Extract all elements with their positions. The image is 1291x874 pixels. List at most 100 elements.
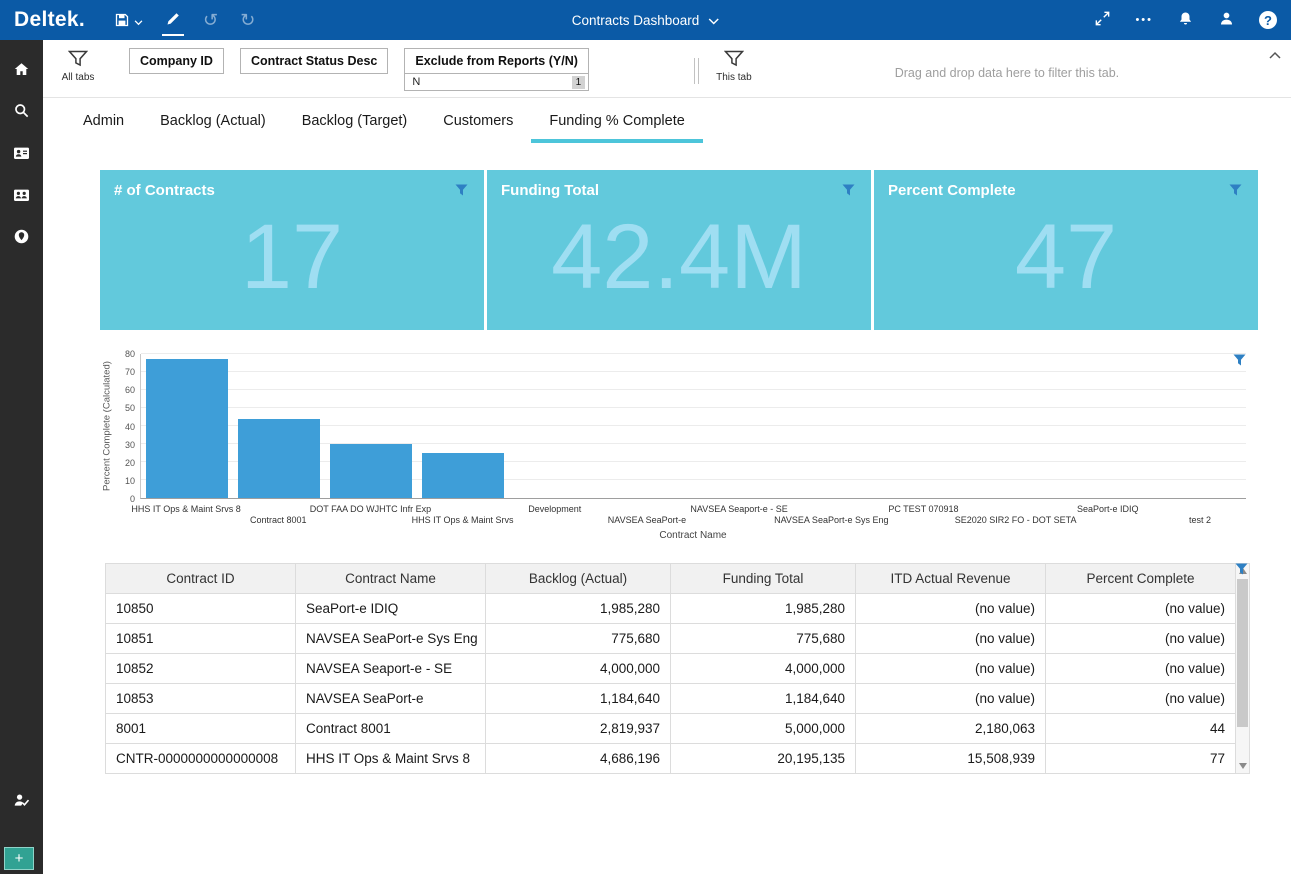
- dashboard-title-menu[interactable]: Contracts Dashboard: [572, 13, 720, 28]
- table-row[interactable]: CNTR-0000000000000008HHS IT Ops & Maint …: [106, 744, 1236, 774]
- more-icon: •••: [1135, 14, 1153, 26]
- percent-complete-bar-chart: Percent Complete (Calculated) 8070605040…: [100, 354, 1258, 541]
- column-header[interactable]: ITD Actual Revenue: [856, 564, 1046, 594]
- kpi-title: Funding Total: [501, 182, 599, 199]
- table-cell: (no value): [856, 594, 1046, 624]
- sidebar-item-home[interactable]: [0, 58, 43, 82]
- chart-plot: [140, 354, 1246, 499]
- chart-y-axis-title: Percent Complete (Calculated): [100, 354, 114, 499]
- kpi-value: 47: [888, 201, 1244, 318]
- tab-funding-percent-complete[interactable]: Funding % Complete: [531, 98, 702, 143]
- bar-slot: [141, 354, 233, 498]
- account-button[interactable]: [1218, 10, 1235, 30]
- column-header[interactable]: Contract ID: [106, 564, 296, 594]
- column-header[interactable]: Backlog (Actual): [486, 564, 671, 594]
- all-tabs-filter-button[interactable]: All tabs: [55, 50, 101, 83]
- bar[interactable]: [146, 359, 228, 498]
- filter-drop-zone[interactable]: Drag and drop data here to filter this t…: [757, 66, 1257, 80]
- sidebar-item-contact[interactable]: [0, 142, 43, 166]
- tab-admin[interactable]: Admin: [65, 98, 142, 143]
- filter-chip-company-id[interactable]: Company ID: [129, 48, 224, 74]
- sidebar-item-explore[interactable]: [0, 226, 43, 250]
- person-check-icon: [13, 792, 30, 811]
- table-row[interactable]: 10853NAVSEA SeaPort-e1,184,6401,184,640(…: [106, 684, 1236, 714]
- table-cell: (no value): [856, 684, 1046, 714]
- user-icon: [1218, 10, 1235, 30]
- x-tick-label: test 2: [1189, 515, 1211, 525]
- column-header[interactable]: Percent Complete: [1046, 564, 1236, 594]
- table-filter-button[interactable]: [1235, 563, 1248, 578]
- more-button[interactable]: •••: [1135, 14, 1153, 26]
- edit-button[interactable]: [162, 5, 184, 36]
- filter-icon-button[interactable]: [453, 182, 470, 201]
- x-label-slot: NAVSEA SeaPort-e: [601, 499, 693, 529]
- kpi-card-num-contracts: # of Contracts 17: [100, 170, 484, 330]
- main-area: All tabs Company ID Contract Status Desc…: [43, 40, 1291, 874]
- table-row[interactable]: 8001Contract 80012,819,9375,000,0002,180…: [106, 714, 1236, 744]
- x-label-slot: NAVSEA Seaport-e - SE: [693, 499, 785, 529]
- bar[interactable]: [238, 419, 320, 498]
- column-header[interactable]: Funding Total: [671, 564, 856, 594]
- chart-x-axis-title: Contract Name: [140, 530, 1246, 541]
- bar[interactable]: [422, 453, 504, 498]
- contracts-table: Contract IDContract NameBacklog (Actual)…: [105, 563, 1236, 774]
- scroll-down-icon[interactable]: [1239, 763, 1247, 769]
- notifications-button[interactable]: [1177, 10, 1194, 30]
- x-tick-label: NAVSEA SeaPort-e: [608, 515, 686, 525]
- chip-value-row[interactable]: N 1: [404, 74, 589, 91]
- tab-backlog-actual[interactable]: Backlog (Actual): [142, 98, 284, 143]
- table-cell: 4,000,000: [671, 654, 856, 684]
- kpi-card-percent-complete: Percent Complete 47: [874, 170, 1258, 330]
- contact-card-icon: [13, 145, 30, 164]
- table-cell: CNTR-0000000000000008: [106, 744, 296, 774]
- bar-slot: [786, 354, 878, 498]
- x-tick-label: PC TEST 070918: [888, 504, 958, 514]
- table-row[interactable]: 10852NAVSEA Seaport-e - SE4,000,0004,000…: [106, 654, 1236, 684]
- table-cell: 1,184,640: [671, 684, 856, 714]
- sidebar-item-profile-check[interactable]: [0, 789, 43, 813]
- funnel-icon: [68, 50, 88, 70]
- add-button[interactable]: +: [4, 847, 34, 870]
- panel-splitter-handle[interactable]: [694, 58, 699, 84]
- tab-label: Customers: [443, 113, 513, 129]
- table-cell: Contract 8001: [296, 714, 486, 744]
- column-header[interactable]: Contract Name: [296, 564, 486, 594]
- bar-slot: [417, 354, 509, 498]
- table-row[interactable]: 10850SeaPort-e IDIQ1,985,2801,985,280(no…: [106, 594, 1236, 624]
- bar-slot: [878, 354, 970, 498]
- kpi-card-funding-total: Funding Total 42.4M: [487, 170, 871, 330]
- bar-slot: [1062, 354, 1154, 498]
- funnel-icon: [842, 184, 855, 196]
- table-cell: SeaPort-e IDIQ: [296, 594, 486, 624]
- tab-label: Funding % Complete: [549, 113, 684, 129]
- filter-panel: All tabs Company ID Contract Status Desc…: [43, 40, 1291, 98]
- help-button[interactable]: ?: [1259, 11, 1277, 29]
- tab-customers[interactable]: Customers: [425, 98, 531, 143]
- edit-icon: [165, 11, 181, 30]
- save-button[interactable]: [111, 6, 146, 35]
- scrollbar-thumb[interactable]: [1237, 579, 1248, 727]
- table-cell: 1,184,640: [486, 684, 671, 714]
- table-cell: 2,180,063: [856, 714, 1046, 744]
- table-scrollbar[interactable]: [1236, 563, 1250, 774]
- bar[interactable]: [330, 444, 412, 498]
- table-cell: 1,985,280: [486, 594, 671, 624]
- undo-button[interactable]: ↺: [200, 6, 221, 34]
- table-cell: 5,000,000: [671, 714, 856, 744]
- table-cell: 4,000,000: [486, 654, 671, 684]
- filter-chip-contract-status-desc[interactable]: Contract Status Desc: [240, 48, 388, 74]
- this-tab-filter-button[interactable]: This tab: [711, 50, 757, 83]
- table-cell: NAVSEA SeaPort-e Sys Eng: [296, 624, 486, 654]
- sidebar-item-search[interactable]: [0, 100, 43, 124]
- table-cell: NAVSEA SeaPort-e: [296, 684, 486, 714]
- table-row[interactable]: 10851NAVSEA SeaPort-e Sys Eng775,680775,…: [106, 624, 1236, 654]
- tab-backlog-target[interactable]: Backlog (Target): [284, 98, 426, 143]
- location-pin-icon: [13, 228, 30, 248]
- expand-button[interactable]: [1094, 10, 1111, 30]
- chip-header[interactable]: Exclude from Reports (Y/N): [404, 48, 589, 74]
- filter-icon-button[interactable]: [1227, 182, 1244, 201]
- redo-button[interactable]: ↻: [237, 6, 258, 34]
- filter-icon-button[interactable]: [840, 182, 857, 201]
- collapse-filter-panel-button[interactable]: [1269, 48, 1281, 63]
- sidebar-item-contacts[interactable]: [0, 184, 43, 208]
